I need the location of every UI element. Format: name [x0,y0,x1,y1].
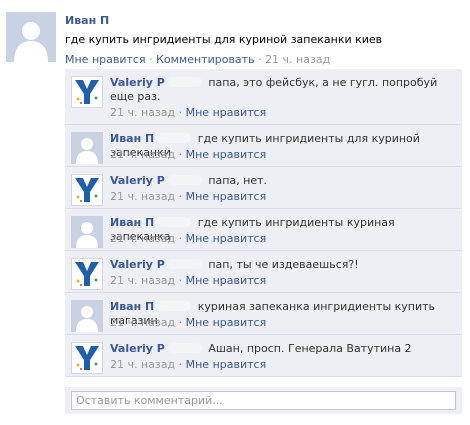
default-profile-icon [71,132,103,164]
comment-item: Valeriy P Ашан, просп. Генерала Ватутина… [65,335,462,377]
post-like-link[interactable]: Мне нравится [65,53,146,66]
meta-separator: · [178,232,183,245]
redacted-name [167,175,202,185]
comment-author[interactable]: Valeriy P [110,76,165,89]
comment-item: Иван П куриная запеканка ингридиенты куп… [65,293,462,335]
meta-separator: · [178,274,183,287]
comment-author[interactable]: Иван П [110,132,154,145]
redacted-name [157,217,192,227]
comment-body: Valeriy P пап, ты че издеваешься?! [110,258,456,272]
comment-body: Valeriy P Ашан, просп. Генерала Ватутина… [110,342,456,356]
commenter-avatar[interactable] [71,258,103,290]
comment-author[interactable]: Иван П [110,216,154,229]
comment-like-link[interactable]: Мне нравится [186,148,267,161]
comment-item: Иван П где купить ингридиенты куриная за… [65,209,462,251]
comment-input[interactable] [71,391,456,410]
comment-author[interactable]: Иван П [110,300,154,313]
meta-separator: · [149,53,153,66]
comment-meta: 21 ч. назад · Мне нравится [110,190,266,203]
redacted-name [157,301,192,311]
comment-timestamp: 21 ч. назад [110,274,176,287]
comment-timestamp: 21 ч. назад [110,148,176,161]
comment-timestamp: 21 ч. назад [110,190,176,203]
post-timestamp: 21 ч. назад [265,53,331,66]
comment-like-link[interactable]: Мне нравится [186,316,267,329]
post-meta: Мне нравится · Комментировать · 21 ч. на… [65,53,330,66]
redacted-name [167,77,202,87]
comment-like-link[interactable]: Мне нравится [186,106,267,119]
post-author-name[interactable]: Иван П [65,14,109,27]
comment-meta: 21 ч. назад · Мне нравится [110,274,266,287]
comment-item: Valeriy P пап, ты че издеваешься?! 21 ч.… [65,251,462,293]
meta-separator: · [178,358,183,371]
redacted-name [157,133,192,143]
comment-body: Valeriy P папа, нет. [110,174,456,188]
post-comment-link[interactable]: Комментировать [156,53,254,66]
meta-separator: · [178,316,183,329]
comment-meta: 21 ч. назад · Мне нравится [110,148,266,161]
comment-body: Valeriy P папа, это фейсбук, а не гугл. … [110,76,456,104]
y-logo-icon [75,80,99,104]
post-author-avatar[interactable] [6,12,56,62]
post-text: где купить ингридиенты для куриной запек… [65,33,383,46]
commenter-avatar[interactable] [71,132,103,164]
default-profile-icon [71,300,103,332]
y-logo-icon [75,346,99,370]
comment-like-link[interactable]: Мне нравится [186,232,267,245]
meta-separator: · [178,106,183,119]
comment-meta: 21 ч. назад · Мне нравится [110,232,266,245]
comment-item: Valeriy P папа, нет. 21 ч. назад · Мне н… [65,167,462,209]
meta-separator: · [178,190,183,203]
commenter-avatar[interactable] [71,76,103,108]
comment-text: пап, ты че издеваешься?! [208,258,359,271]
comment-author[interactable]: Valeriy P [110,342,165,355]
comment-meta: 21 ч. назад · Мне нравится [110,316,266,329]
comment-item: Valeriy P папа, это фейсбук, а не гугл. … [65,69,462,125]
comment-meta: 21 ч. назад · Мне нравится [110,106,266,119]
meta-separator: · [258,53,262,66]
comment-text: папа, нет. [208,174,268,187]
comment-text: Ашан, просп. Генерала Ватутина 2 [208,342,412,355]
y-logo-icon [75,262,99,286]
comment-timestamp: 21 ч. назад [110,358,176,371]
comment-timestamp: 21 ч. назад [110,316,176,329]
redacted-name [167,343,202,353]
commenter-avatar[interactable] [71,216,103,248]
comment-author[interactable]: Valeriy P [110,258,165,271]
commenter-avatar[interactable] [71,300,103,332]
y-logo-icon [75,178,99,202]
default-profile-icon [6,12,56,62]
comment-list: Valeriy P папа, это фейсбук, а не гугл. … [65,69,462,377]
comment-timestamp: 21 ч. назад [110,232,176,245]
default-profile-icon [71,216,103,248]
comment-meta: 21 ч. назад · Мне нравится [110,358,266,371]
comment-like-link[interactable]: Мне нравится [186,274,267,287]
commenter-avatar[interactable] [71,174,103,206]
add-comment-box [65,387,462,414]
redacted-name [167,259,202,269]
comment-like-link[interactable]: Мне нравится [186,358,267,371]
commenter-avatar[interactable] [71,342,103,374]
comment-timestamp: 21 ч. назад [110,106,176,119]
comment-author[interactable]: Valeriy P [110,174,165,187]
comment-like-link[interactable]: Мне нравится [186,190,267,203]
comment-item: Иван П где купить ингридиенты для курино… [65,125,462,167]
meta-separator: · [178,148,183,161]
